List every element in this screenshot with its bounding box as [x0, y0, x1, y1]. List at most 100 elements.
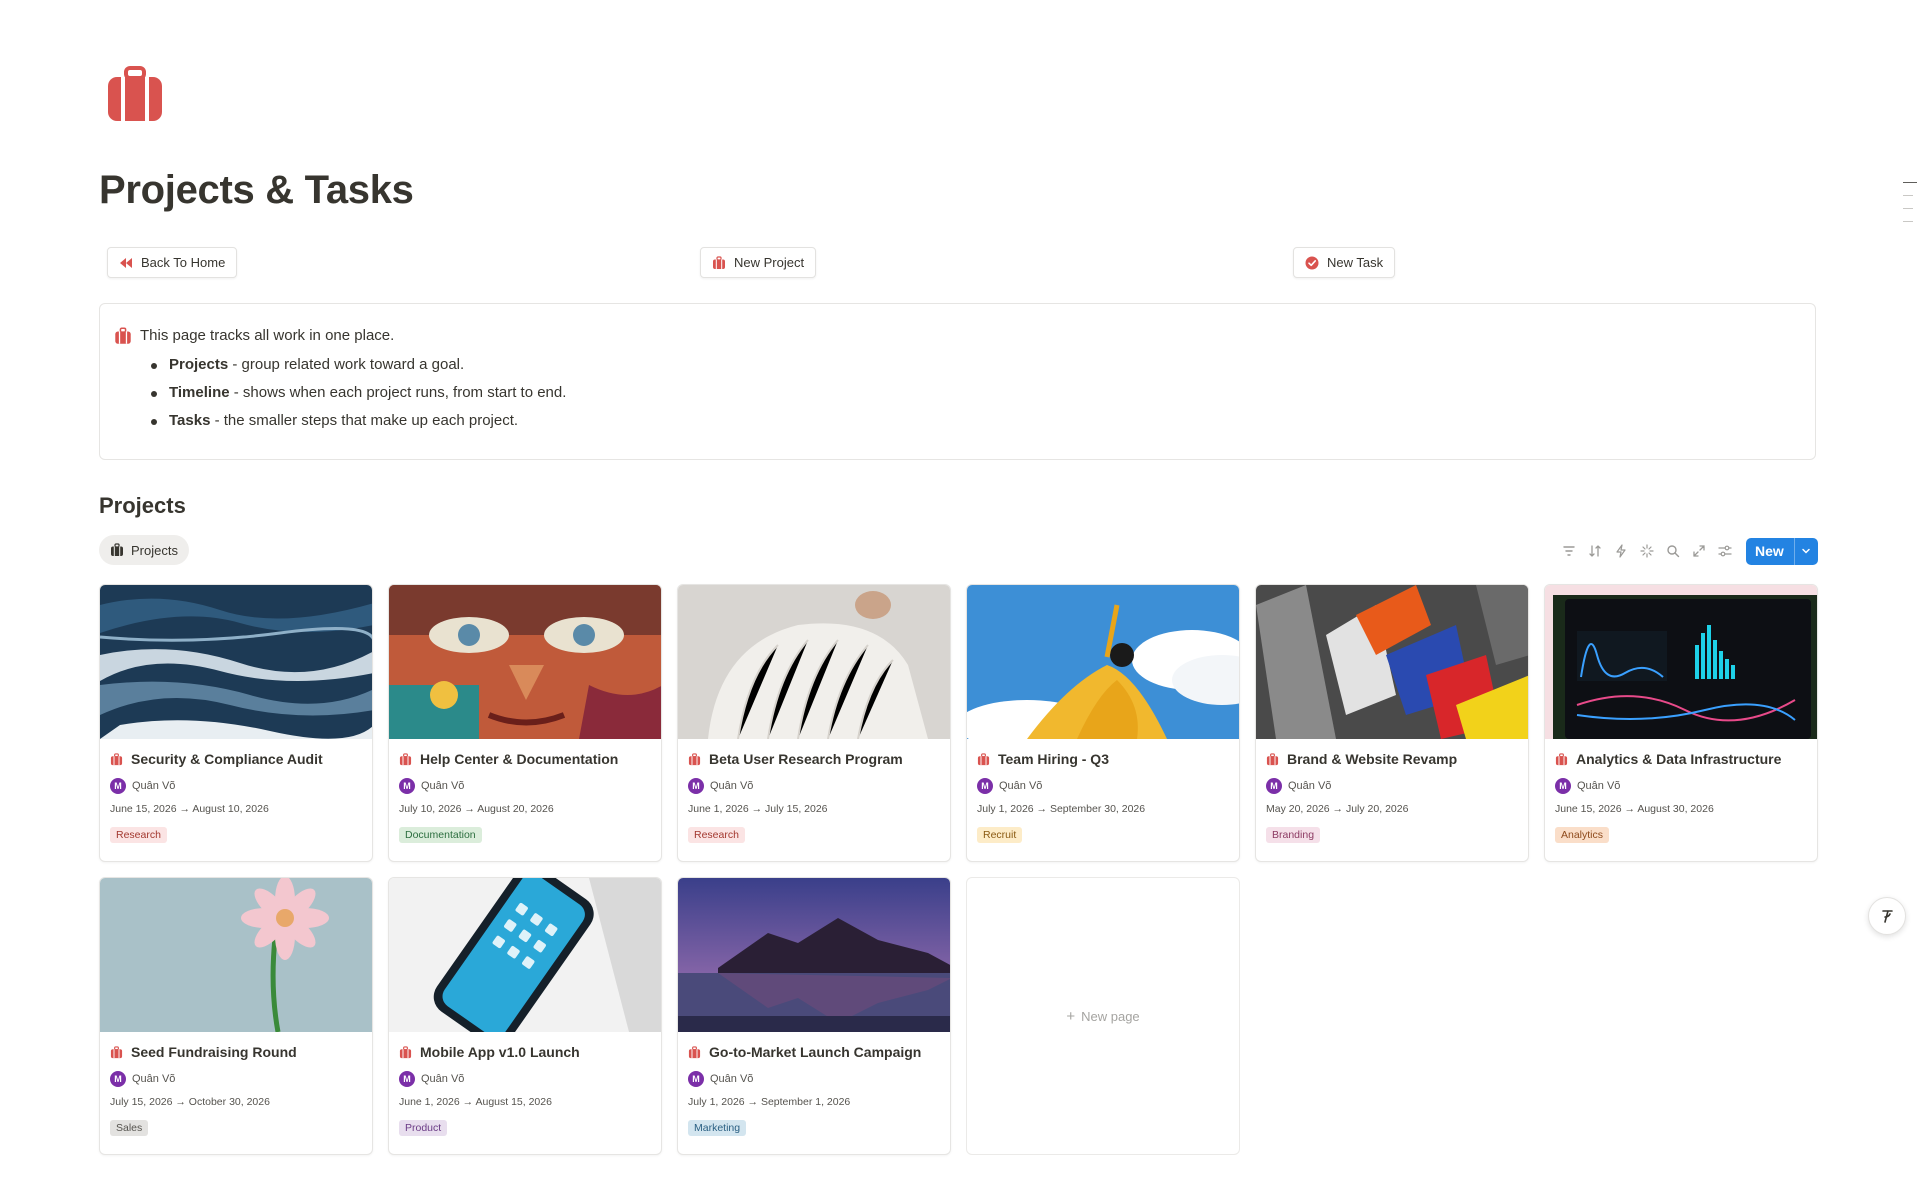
card-title: Team Hiring - Q3: [977, 749, 1229, 769]
avatar: M: [977, 778, 993, 794]
card-cover-image: [389, 585, 661, 739]
card-tag: Branding: [1266, 827, 1321, 843]
card-owner: M Quân Võ: [110, 1071, 362, 1087]
automation-bolt-icon[interactable]: [1612, 542, 1630, 560]
card-cover-image: [678, 878, 950, 1032]
briefcase-icon: [688, 1045, 701, 1058]
chevron-down-icon[interactable]: [1793, 537, 1818, 565]
new-task-button[interactable]: New Task: [1293, 247, 1396, 278]
avatar: M: [110, 778, 126, 794]
card-cover-image: [1545, 585, 1817, 739]
view-tab-projects[interactable]: Projects: [99, 535, 189, 565]
project-card[interactable]: Seed Fundraising Round M Quân Võ July 15, 2…: [99, 877, 373, 1155]
page-title: Projects & Tasks: [99, 168, 414, 212]
card-cover-image: [967, 585, 1239, 739]
rewind-icon: [120, 257, 132, 268]
project-card[interactable]: Mobile App v1.0 Launch M Quân Võ June 1, 20…: [388, 877, 662, 1155]
callout-list: Projects - group related work toward a g…: [140, 355, 1797, 431]
callout-item-tasks: Tasks - the smaller steps that make up e…: [151, 411, 1797, 431]
new-project-label: New Project: [734, 255, 805, 270]
view-tab-label: Projects: [131, 542, 178, 558]
avatar: M: [1555, 778, 1571, 794]
avatar: M: [688, 778, 704, 794]
briefcase-icon: [399, 1045, 412, 1058]
new-page-card[interactable]: + New page: [966, 877, 1240, 1155]
card-title: Go-to-Market Launch Campaign: [688, 1042, 940, 1062]
card-tag: Marketing: [688, 1120, 747, 1136]
callout-item-timeline: Timeline - shows when each project runs,…: [151, 383, 1797, 403]
card-date-range: July 15, 2026 → October 30, 2026: [110, 1096, 270, 1108]
briefcase-icon: [110, 752, 123, 765]
owner-name: Quân Võ: [710, 1073, 754, 1085]
project-card[interactable]: Help Center & Documentation M Quân Võ July …: [388, 584, 662, 862]
database-toolbar: New: [1560, 537, 1818, 565]
sort-icon[interactable]: [1586, 542, 1604, 560]
owner-name: Quân Võ: [710, 780, 754, 792]
card-date-range: June 15, 2026 → August 10, 2026: [110, 803, 269, 815]
project-card[interactable]: Beta User Research Program M Quân Võ June 1…: [677, 584, 951, 862]
card-title: Analytics & Data Infrastructure: [1555, 749, 1807, 769]
back-to-home-label: Back To Home: [141, 255, 226, 270]
project-card[interactable]: Security & Compliance Audit M Quân Võ June …: [99, 584, 373, 862]
card-tag: Research: [688, 827, 745, 843]
search-icon[interactable]: [1664, 542, 1682, 560]
card-date-range: June 15, 2026 → August 30, 2026: [1555, 803, 1714, 815]
card-tag: Product: [399, 1120, 448, 1136]
owner-name: Quân Võ: [132, 780, 176, 792]
briefcase-icon: [713, 255, 725, 269]
table-of-contents[interactable]: [1903, 182, 1917, 234]
avatar: M: [688, 1071, 704, 1087]
card-owner: M Quân Võ: [977, 778, 1229, 794]
card-owner: M Quân Võ: [688, 778, 940, 794]
back-to-home-button[interactable]: Back To Home: [107, 247, 238, 278]
plus-icon: +: [1066, 1007, 1076, 1025]
card-owner: M Quân Võ: [1266, 778, 1518, 794]
new-page-label: New page: [1081, 1008, 1140, 1024]
card-title: Mobile App v1.0 Launch: [399, 1042, 651, 1062]
card-date-range: July 10, 2026 → August 20, 2026: [399, 803, 554, 815]
card-cover-image: [100, 585, 372, 739]
card-title: Seed Fundraising Round: [110, 1042, 362, 1062]
new-project-button[interactable]: New Project: [700, 247, 817, 278]
card-date-range: June 1, 2026 → July 15, 2026: [688, 803, 828, 815]
sparkle-icon[interactable]: [1638, 542, 1656, 560]
avatar: M: [110, 1071, 126, 1087]
card-owner: M Quân Võ: [688, 1071, 940, 1087]
briefcase-icon: [115, 327, 131, 344]
owner-name: Quân Võ: [1288, 780, 1332, 792]
briefcase-icon: [1555, 752, 1568, 765]
project-card[interactable]: Analytics & Data Infrastructure M Quân Võ J…: [1544, 584, 1818, 862]
card-cover-image: [1256, 585, 1528, 739]
card-date-range: May 20, 2026 → July 20, 2026: [1266, 803, 1409, 815]
new-task-label: New Task: [1327, 255, 1384, 270]
project-card[interactable]: Brand & Website Revamp M Quân Võ May 20, 20…: [1255, 584, 1529, 862]
avatar: M: [399, 1071, 415, 1087]
card-date-range: July 1, 2026 → September 1, 2026: [688, 1096, 851, 1108]
briefcase-icon: [399, 752, 412, 765]
card-title: Help Center & Documentation: [399, 749, 651, 769]
settings-sliders-icon[interactable]: [1716, 542, 1734, 560]
projects-section-title: Projects: [99, 493, 186, 518]
project-card[interactable]: Go-to-Market Launch Campaign M Quân Võ July…: [677, 877, 951, 1155]
owner-name: Quân Võ: [999, 780, 1043, 792]
owner-name: Quân Võ: [132, 1073, 176, 1085]
expand-icon[interactable]: [1690, 542, 1708, 560]
ai-assistant-button[interactable]: [1868, 897, 1906, 935]
card-cover-image: [100, 878, 372, 1032]
briefcase-icon: [111, 543, 123, 556]
card-owner: M Quân Võ: [399, 1071, 651, 1087]
check-circle-icon: [1305, 256, 1319, 269]
card-title: Security & Compliance Audit: [110, 749, 362, 769]
page-briefcase-icon[interactable]: [105, 64, 165, 124]
card-tag: Recruit: [977, 827, 1023, 843]
card-date-range: June 1, 2026 → August 15, 2026: [399, 1096, 552, 1108]
briefcase-icon: [1266, 752, 1279, 765]
briefcase-icon: [977, 752, 990, 765]
card-tag: Sales: [110, 1120, 149, 1136]
info-callout: This page tracks all work in one place. …: [99, 303, 1816, 460]
filter-icon[interactable]: [1560, 542, 1578, 560]
project-card[interactable]: Team Hiring - Q3 M Quân Võ July 1, 2026 → S…: [966, 584, 1240, 862]
card-cover-image: [678, 585, 950, 739]
card-owner: M Quân Võ: [1555, 778, 1807, 794]
new-entry-button[interactable]: New: [1746, 537, 1818, 565]
